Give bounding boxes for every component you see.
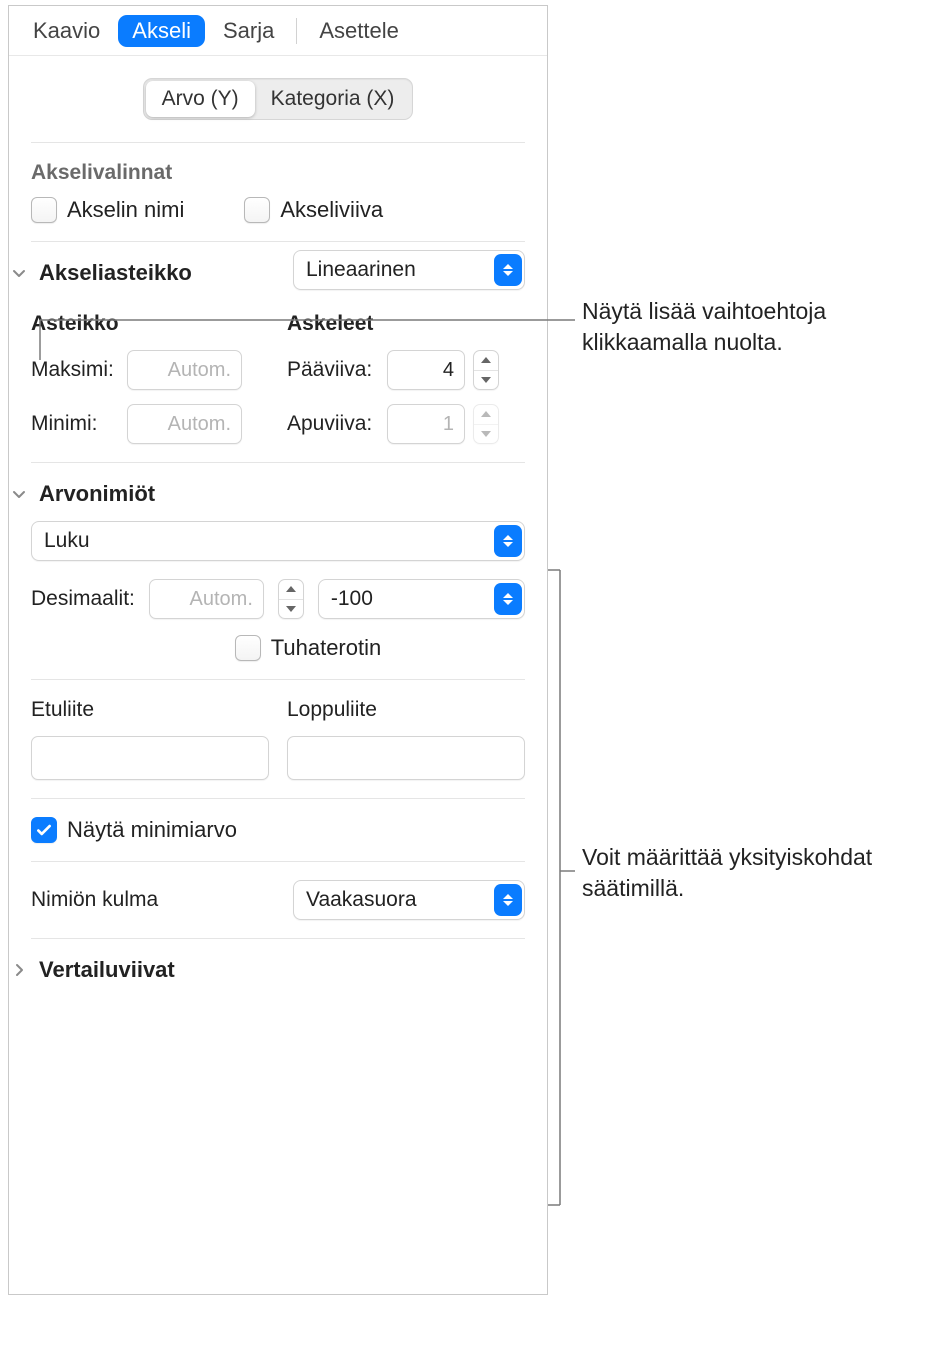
axis-inspector-panel: Kaavio Akseli Sarja Asettele Arvo (Y) Ka… — [8, 5, 548, 1295]
minor-input[interactable] — [387, 404, 465, 444]
tab-chart[interactable]: Kaavio — [19, 15, 114, 47]
label-angle-section: Nimiön kulma Vaakasuora — [31, 862, 525, 939]
popup-arrows-icon — [494, 525, 522, 557]
tab-arrange[interactable]: Asettele — [305, 15, 413, 47]
disclosure-value-labels[interactable]: Arvonimiöt — [9, 481, 525, 507]
disclosure-reference-lines[interactable]: Vertailuviivat — [9, 957, 525, 983]
reference-lines-section: Vertailuviivat — [31, 939, 525, 1001]
checkbox-box — [31, 197, 57, 223]
callout-1: Näytä lisää vaihtoehtoja klikkaamalla nu… — [582, 296, 922, 358]
popup-text: Luku — [44, 529, 494, 553]
label-angle-label: Nimiön kulma — [31, 888, 273, 912]
inspector-tabs: Kaavio Akseli Sarja Asettele — [9, 6, 547, 56]
segment-value-y[interactable]: Arvo (Y) — [146, 81, 255, 117]
checkbox-label: Näytä minimiarvo — [67, 817, 237, 843]
checkbox-axis-name[interactable]: Akselin nimi — [31, 197, 184, 223]
steps-heading: Askeleet — [287, 312, 525, 336]
checkbox-thousands-separator[interactable]: Tuhaterotin — [235, 635, 381, 661]
stepper-up-icon[interactable] — [279, 580, 303, 599]
axis-segmented-row: Arvo (Y) Kategoria (X) — [31, 56, 525, 143]
value-format-popup[interactable]: Luku — [31, 521, 525, 561]
checkbox-box-checked — [31, 817, 57, 843]
decimals-stepper[interactable] — [278, 579, 304, 619]
show-min-section: Näytä minimiarvo — [31, 799, 525, 862]
max-input[interactable] — [127, 350, 242, 390]
callout-2: Voit määrittää yksityiskohdat säätimillä… — [582, 842, 882, 904]
prefix-input-field[interactable] — [42, 737, 258, 779]
stepper-down-icon[interactable] — [279, 599, 303, 619]
checkbox-label: Akseliviiva — [280, 197, 383, 223]
popup-text: Vaakasuora — [306, 888, 494, 912]
decimals-input-field[interactable] — [160, 580, 253, 618]
min-input[interactable] — [127, 404, 242, 444]
tab-axis[interactable]: Akseli — [118, 15, 205, 47]
reference-lines-title: Vertailuviivat — [39, 957, 175, 983]
stepper-down-icon — [474, 424, 498, 444]
minor-label: Apuviiva: — [287, 412, 379, 436]
prefix-label: Etuliite — [31, 698, 269, 722]
scale-type-popup[interactable]: Lineaarinen — [293, 250, 525, 290]
stepper-up-icon — [474, 405, 498, 424]
tab-separator — [296, 18, 297, 44]
popup-text: Lineaarinen — [306, 258, 494, 282]
axis-segmented: Arvo (Y) Kategoria (X) — [143, 78, 414, 120]
major-label: Pääviiva: — [287, 358, 379, 382]
value-labels-title: Arvonimiöt — [39, 481, 155, 507]
suffix-input[interactable] — [287, 736, 525, 780]
chevron-right-icon — [9, 960, 29, 980]
popup-arrows-icon — [494, 254, 522, 286]
value-labels-section: Arvonimiöt Luku Desimaalit: -100 — [31, 463, 525, 680]
affix-section: Etuliite Loppuliite — [31, 680, 525, 799]
popup-arrows-icon — [494, 583, 522, 615]
checkbox-label: Akselin nimi — [67, 197, 184, 223]
major-input[interactable] — [387, 350, 465, 390]
axis-options-title: Akselivalinnat — [31, 161, 525, 185]
label-angle-popup[interactable]: Vaakasuora — [293, 880, 525, 920]
scale-heading: Asteikko — [31, 312, 269, 336]
segment-category-x[interactable]: Kategoria (X) — [255, 81, 411, 117]
checkbox-show-min[interactable]: Näytä minimiarvo — [31, 817, 525, 843]
popup-text: -100 — [331, 587, 494, 611]
min-input-field[interactable] — [138, 405, 231, 443]
axis-options-section: Akselivalinnat Akselin nimi Akseliviiva — [31, 143, 525, 242]
suffix-label: Loppuliite — [287, 698, 525, 722]
minor-input-field[interactable] — [398, 405, 454, 443]
decimals-input[interactable] — [149, 579, 264, 619]
axis-scale-title: Akseliasteikko — [39, 260, 192, 286]
popup-arrows-icon — [494, 884, 522, 916]
decimals-label: Desimaalit: — [31, 587, 135, 611]
chevron-down-icon — [9, 263, 29, 283]
min-label: Minimi: — [31, 412, 119, 436]
checkbox-axis-line[interactable]: Akseliviiva — [244, 197, 383, 223]
minor-stepper — [473, 404, 499, 444]
tab-series[interactable]: Sarja — [209, 15, 288, 47]
checkbox-box — [235, 635, 261, 661]
negative-format-popup[interactable]: -100 — [318, 579, 525, 619]
stepper-down-icon[interactable] — [474, 370, 498, 390]
stepper-up-icon[interactable] — [474, 351, 498, 370]
major-input-field[interactable] — [398, 351, 454, 389]
prefix-input[interactable] — [31, 736, 269, 780]
max-input-field[interactable] — [138, 351, 231, 389]
max-label: Maksimi: — [31, 358, 119, 382]
major-stepper[interactable] — [473, 350, 499, 390]
checkbox-box — [244, 197, 270, 223]
chevron-down-icon — [9, 484, 29, 504]
axis-scale-section: Akseliasteikko Lineaarinen Asteikko Aske… — [31, 242, 525, 463]
suffix-input-field[interactable] — [298, 737, 514, 779]
checkbox-label: Tuhaterotin — [271, 635, 381, 661]
